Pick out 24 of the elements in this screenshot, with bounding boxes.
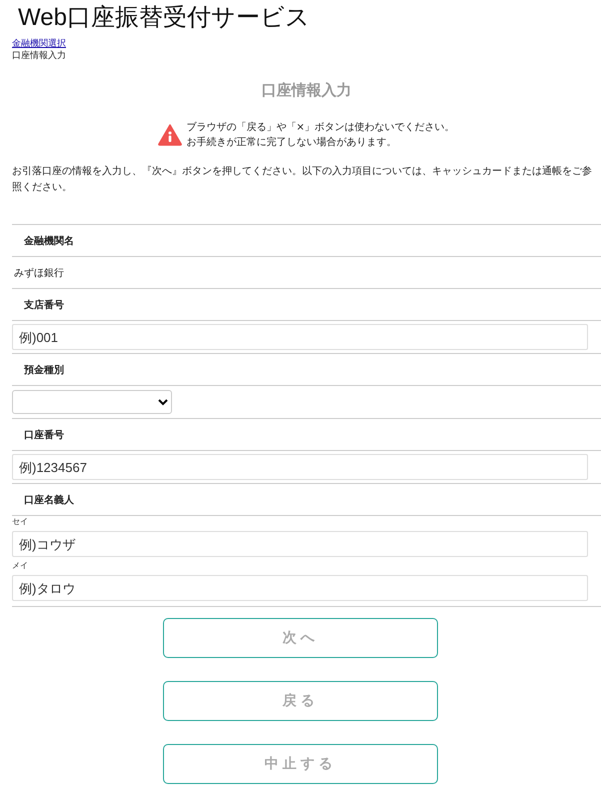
field-label: 口座名義人 [24,493,74,506]
field-label: 口座番号 [24,428,64,442]
warning-text: ブラウザの「戻る」や「×」ボタンは使わないでください。 [186,120,455,135]
warning-icon [158,124,182,146]
warning-text: お手続きが正常に完了しない場合があります。 [186,136,398,150]
field-caption: セイ [12,516,28,528]
page-title: Web口座振替受付サービス [17,3,311,33]
dropdown[interactable] [12,390,172,414]
instruction-text: お引落口座の情報を入力し、『次へ』ボタンを押してください。以下の入力項目については、キャッシュカードまたは通帳をご参照ください。 [12,164,593,195]
field-label: 預金種別 [24,364,64,376]
field-value: みずほ銀行 [13,266,64,280]
breadcrumb-link[interactable]: 金融機関選択 [12,38,66,50]
field-label: 支店番号 [24,298,64,312]
action-button[interactable]: 次へ [163,618,438,658]
breadcrumb-current: 口座情報入力 [12,50,66,62]
input-field[interactable]: 例)タロウ [12,575,588,601]
action-button[interactable]: 中止する [163,744,438,784]
action-button[interactable]: 戻る [163,681,438,721]
input-field[interactable]: 例)001 [12,324,588,350]
section-heading: 口座情報入力 [260,80,352,100]
input-field[interactable]: 例)1234567 [12,454,588,480]
input-field[interactable]: 例)コウザ [12,531,588,557]
field-label: 金融機関名 [24,234,74,248]
field-caption: メイ [12,560,28,572]
